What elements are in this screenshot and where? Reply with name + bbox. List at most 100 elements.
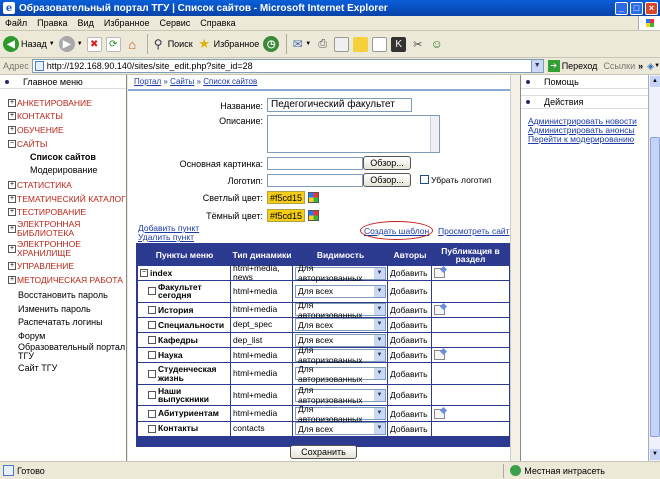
links-button[interactable]: Ссылки (603, 61, 635, 71)
chevron-right-icon[interactable]: » (638, 61, 643, 71)
menu-item-change-password[interactable]: Изменить пароль (0, 302, 126, 316)
window-scrollbar[interactable]: ▲ ▼ (648, 75, 660, 461)
expand-icon[interactable]: + (8, 125, 16, 134)
menu-file[interactable]: Файл (0, 18, 32, 28)
breadcrumb-portal[interactable]: Портал (134, 77, 161, 86)
menu-item-name[interactable]: Студенческая жизнь (158, 365, 230, 382)
expand-icon[interactable]: + (8, 98, 16, 107)
chevron-down-icon[interactable]: ▼ (374, 334, 385, 346)
name-input[interactable]: Педегогический факультет (267, 98, 412, 112)
expand-icon[interactable]: + (8, 208, 16, 217)
stop-button[interactable]: ✖ (86, 36, 102, 52)
expand-icon[interactable]: + (8, 261, 16, 270)
chevron-down-icon[interactable]: ▼ (374, 319, 385, 331)
menu-node-catalog[interactable]: + ТЕМАТИЧЕСКИЙ КАТАЛОГ (0, 192, 126, 206)
chevron-down-icon[interactable]: ▼ (374, 267, 385, 279)
history-button[interactable]: ◷ (263, 36, 280, 52)
light-color-input[interactable]: #f5cd15 (267, 191, 305, 204)
research-button[interactable]: K (391, 36, 407, 52)
remove-item-link[interactable]: Удалить пункт (138, 232, 194, 242)
edit-icon[interactable] (434, 268, 445, 279)
browse-logo-button[interactable]: Обзор... (363, 173, 411, 187)
close-button[interactable]: × (645, 1, 658, 15)
scroll-down-icon[interactable]: ▼ (650, 449, 660, 460)
visibility-select[interactable]: Для авторизованных ▼ (295, 364, 386, 384)
menu-node-survey[interactable]: + АНКЕТИРОВАНИЕ (0, 96, 126, 110)
menu-item-name[interactable]: Наши выпускники (158, 386, 230, 404)
add-author-link[interactable]: Добавить (388, 406, 432, 421)
expand-icon[interactable]: + (8, 275, 16, 284)
breadcrumb-sites[interactable]: Сайты (170, 77, 194, 86)
scroll-thumb[interactable] (650, 137, 660, 437)
chevron-down-icon[interactable]: ▼ (374, 349, 385, 361)
discuss-button[interactable] (353, 36, 369, 52)
description-textarea[interactable] (267, 115, 440, 153)
dark-color-input[interactable]: #f5cd15 (267, 209, 305, 222)
edit-page-button[interactable] (334, 36, 350, 52)
menu-node-testing[interactable]: + ТЕСТИРОВАНИЕ (0, 206, 126, 220)
address-input[interactable]: http://192.168.90.140/sites/site_edit.ph… (31, 59, 544, 73)
item-icon[interactable] (148, 391, 156, 400)
menu-node-statistics[interactable]: + СТАТИСТИКА (0, 178, 126, 192)
main-image-input[interactable] (267, 157, 363, 170)
menu-item-moderation[interactable]: Модерирование (0, 163, 126, 176)
item-icon[interactable] (148, 351, 156, 360)
add-author-link[interactable]: Добавить (388, 348, 432, 363)
chevron-down-icon[interactable]: ▼ (530, 60, 543, 72)
menu-edit[interactable]: Правка (32, 18, 72, 28)
menu-item-name[interactable]: Наука (158, 351, 183, 360)
visibility-select[interactable]: Для авторизованных ▼ (295, 300, 386, 320)
menu-item-name[interactable]: Кафедры (158, 336, 198, 345)
scroll-up-icon[interactable]: ▲ (650, 76, 660, 87)
menu-item-forum[interactable]: Форум (0, 329, 126, 343)
menu-view[interactable]: Вид (73, 18, 99, 28)
collapse-icon[interactable]: − (8, 139, 16, 148)
visibility-select[interactable]: Для всех ▼ (295, 318, 386, 332)
view-site-link[interactable]: Просмотреть сайт (438, 226, 510, 236)
add-author-link[interactable]: Добавить (388, 421, 432, 436)
chevron-down-icon[interactable]: ▼ (374, 423, 385, 435)
refresh-button[interactable]: ⟳ (105, 36, 121, 52)
menu-node-library[interactable]: + ЭЛЕКТРОННАЯ БИБЛИОТЕКА (0, 219, 126, 239)
menu-node-learning[interactable]: + ОБУЧЕНИЕ (0, 123, 126, 137)
menu-node-methodical[interactable]: + МЕТОДИЧЕСКАЯ РАБОТА (0, 273, 126, 287)
expand-icon[interactable]: + (8, 112, 16, 121)
visibility-select[interactable]: Для авторизованных ▼ (295, 385, 386, 405)
add-author-link[interactable]: Добавить (388, 384, 432, 406)
maximize-button[interactable]: □ (630, 1, 643, 15)
frame-divider[interactable] (510, 75, 520, 461)
chevron-down-icon[interactable]: ▼ (374, 408, 385, 420)
menu-item-name[interactable]: Контакты (158, 424, 198, 433)
menu-item-site-list[interactable]: Список сайтов (0, 150, 126, 163)
edit-icon[interactable] (434, 408, 445, 419)
visibility-select[interactable]: Для авторизованных ▼ (295, 404, 386, 424)
menu-item-portal[interactable]: Образовательный портал ТГУ (0, 342, 126, 361)
item-icon[interactable] (148, 336, 156, 345)
minimize-button[interactable]: _ (615, 1, 628, 15)
back-button[interactable]: ◀ Назад ▼ (3, 36, 55, 52)
breadcrumb-site-list[interactable]: Список сайтов (203, 77, 257, 86)
browse-image-button[interactable]: Обзор... (363, 156, 411, 170)
help-header[interactable]: Помощь (521, 75, 648, 89)
add-author-link[interactable]: Добавить (388, 302, 432, 317)
visibility-select[interactable]: Для авторизованных ▼ (295, 345, 386, 365)
menu-node-storage[interactable]: + ЭЛЕКТРОННОЕ ХРАНИЛИЩЕ (0, 239, 126, 259)
menu-item-name[interactable]: index (150, 269, 172, 278)
item-icon[interactable] (148, 369, 156, 378)
edit-icon[interactable] (434, 350, 445, 361)
menu-node-contacts[interactable]: + КОНТАКТЫ (0, 110, 126, 124)
collapse-icon[interactable]: − (140, 269, 148, 278)
menu-item-restore-password[interactable]: Восстановить пароль (0, 288, 126, 302)
menu-item-name[interactable]: Специальности (158, 321, 224, 330)
save-button[interactable]: Сохранить (290, 445, 357, 459)
chevron-down-icon[interactable]: ▼ (374, 368, 385, 380)
menu-help[interactable]: Справка (195, 18, 240, 28)
chevron-down-icon[interactable]: ▼ (654, 63, 660, 69)
expand-icon[interactable]: + (8, 181, 16, 190)
messenger-button[interactable] (372, 36, 388, 52)
visibility-select[interactable]: Для всех ▼ (295, 422, 386, 436)
norton-icon[interactable]: ◈ (647, 61, 654, 72)
menu-item-name[interactable]: История (158, 306, 193, 315)
go-button[interactable]: ➔ Переход (547, 60, 597, 72)
item-icon[interactable] (148, 424, 156, 433)
